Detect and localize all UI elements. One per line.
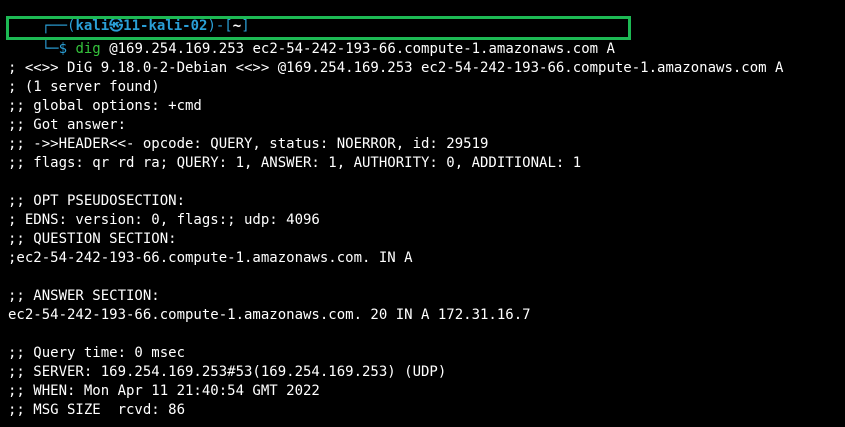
terminal-window[interactable]: ┌──(kali㉿11-kali-02)-[~] └─$ dig @169.25… [0, 0, 845, 427]
output-line: ;; flags: qr rd ra; QUERY: 1, ANSWER: 1,… [8, 155, 582, 171]
prompt-corner-bottom: └─ [41, 41, 59, 57]
output-line: ;; QUESTION SECTION: [8, 231, 177, 247]
output-line: ;; Query time: 0 msec [8, 345, 186, 361]
output-line: ;; WHEN: Mon Apr 11 21:40:54 GMT 2022 [8, 383, 320, 399]
output-line: ; <<>> DiG 9.18.0-2-Debian <<>> @169.254… [8, 60, 784, 76]
command-line[interactable]: └─$ dig @169.254.169.253 ec2-54-242-193-… [8, 21, 615, 57]
output-line: ;; global options: +cmd [8, 98, 202, 114]
command-args: @169.254.169.253 ec2-54-242-193-66.compu… [109, 41, 615, 57]
output-line: ; EDNS: version: 0, flags:; udp: 4096 [8, 212, 320, 228]
prompt-dollar: $ [58, 41, 68, 57]
output-line: ;; OPT PSEUDOSECTION: [8, 193, 186, 209]
prompt-header: ┌──(kali㉿11-kali-02)-[~] [8, 0, 250, 34]
output-line: ec2-54-242-193-66.compute-1.amazonaws.co… [8, 307, 531, 323]
output-line: ;; Got answer: [8, 117, 127, 133]
output-line: ;ec2-54-242-193-66.compute-1.amazonaws.c… [8, 250, 413, 266]
output-line: ;; SERVER: 169.254.169.253#53(169.254.16… [8, 364, 447, 380]
output-line: ;; MSG SIZE rcvd: 86 [8, 402, 186, 418]
output-line: ;; ANSWER SECTION: [8, 288, 160, 304]
command-name: dig [75, 41, 101, 57]
output-line: ; (1 server found) [8, 79, 160, 95]
output-line: ;; ->>HEADER<<- opcode: QUERY, status: N… [8, 136, 489, 152]
